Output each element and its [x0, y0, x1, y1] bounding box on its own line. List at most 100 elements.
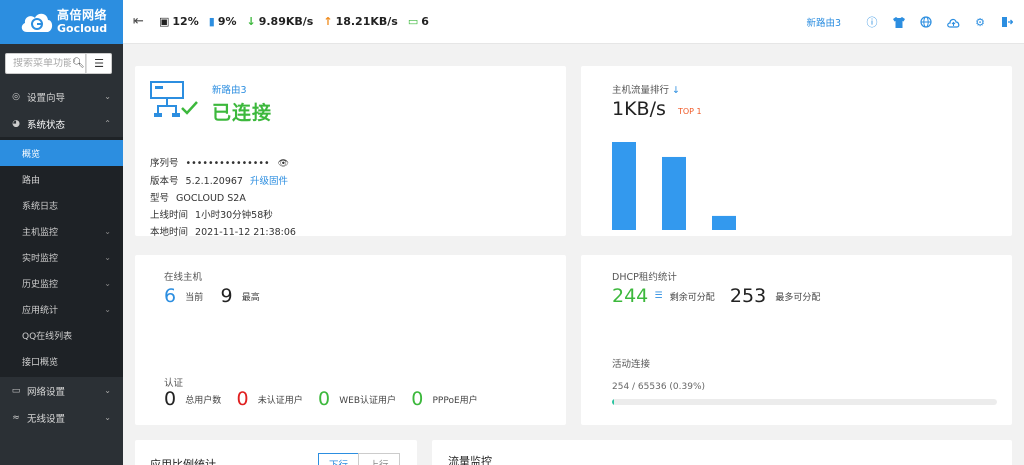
device-count-value: 6 — [421, 15, 429, 28]
nav-label: 历史监控 — [22, 279, 59, 290]
localtime-label: 本地时间 — [150, 227, 189, 238]
model-label: 型号 — [150, 193, 170, 204]
tshirt-icon[interactable] — [892, 15, 906, 29]
nav-qq-online[interactable]: QQ在线列表 — [0, 322, 123, 348]
dhcp-counts: 244 ☰ 剩余可分配 253 最多可分配 — [612, 285, 820, 307]
nav-setup-wizard[interactable]: ◎ 设置向导 ⌄ — [0, 83, 123, 110]
nav-interface-overview[interactable]: 接口概览 — [0, 348, 123, 374]
chevron-down-icon: ⌄ — [104, 278, 111, 288]
search-box: 🔍︎ — [5, 53, 86, 74]
dhcp-remaining: 244 — [612, 285, 649, 307]
uptime-value: 1小时30分钟58秒 — [195, 210, 273, 221]
nav-label: 概览 — [22, 149, 41, 160]
status-submenu: 概览 路由 系统日志 主机监控 ⌄ 实时监控 ⌄ 历史监控 ⌄ 应用统计 ⌄ QQ在线列… — [0, 137, 123, 377]
nav-label: 系统日志 — [22, 201, 59, 212]
gear-icon[interactable]: ⚙ — [973, 15, 987, 29]
nav-wireless-settings[interactable]: ≈ 无线设置 ⌄ — [0, 404, 123, 431]
app-ratio-card: 应用比例统计 下行 上行 — [135, 440, 417, 465]
nav-label: 无线设置 — [27, 413, 66, 425]
traffic-monitor-title: 流量监控 — [448, 455, 492, 465]
topbar: ⇤ ▣ 12% ▮ 9% ↓ 9.89KB/s ↑ 18.21KB/s ▭ 6 … — [123, 0, 1024, 44]
nav-host-monitor[interactable]: 主机监控 ⌄ — [0, 218, 123, 244]
pppoe-users-label: PPPoE用户 — [432, 395, 478, 406]
nav-label: 实时监控 — [22, 253, 59, 264]
nav-system-log[interactable]: 系统日志 — [0, 192, 123, 218]
online-hosts-card: 在线主机 6 当前 9 最高 认证 0 总用户数 0 未认证用户 0 WEB认证… — [135, 255, 566, 425]
brand-logo[interactable]: 高倍网络 Gocloud — [0, 0, 123, 44]
hosts-max: 9 — [220, 285, 233, 307]
upload-rate: ↑ 18.21KB/s — [323, 15, 398, 28]
list-icon[interactable]: ☰ — [654, 291, 662, 301]
app-ratio-title: 应用比例统计 — [150, 458, 216, 465]
unauth-users: 0 — [236, 388, 249, 410]
nav-label: 路由 — [22, 175, 41, 186]
nav-app-stats[interactable]: 应用统计 ⌄ — [0, 296, 123, 322]
hosts-counts: 6 当前 9 最高 — [164, 285, 260, 307]
memory-icon: ▮ — [208, 15, 215, 28]
arrow-up-icon: ↑ — [323, 15, 333, 28]
chevron-down-icon: ⌄ — [104, 413, 111, 422]
pppoe-users: 0 — [411, 388, 424, 410]
active-conn-value: 254 / 65536 (0.39%) — [612, 382, 706, 392]
dhcp-remaining-label: 剩余可分配 — [669, 292, 715, 303]
tab-uplink[interactable]: 上行 — [358, 453, 400, 465]
online-hosts-title: 在线主机 — [164, 272, 203, 283]
version-row: 版本号 5.2.1.20967 升级固件 — [150, 173, 296, 190]
model-row: 型号 GOCLOUD S2A — [150, 190, 296, 207]
router-name-link[interactable]: 新路由3 — [806, 15, 841, 29]
search-icon[interactable]: 🔍︎ — [72, 58, 85, 69]
web-users: 0 — [317, 388, 331, 410]
dashboard-icon: ◕ — [12, 118, 20, 129]
model-value: GOCLOUD S2A — [176, 193, 246, 204]
nav-network-settings[interactable]: ▭ 网络设置 ⌄ — [0, 377, 123, 404]
memory-usage: ▮ 9% — [209, 15, 237, 28]
sort-down-icon: ↓ — [672, 85, 680, 96]
cpu-value: 12% — [172, 15, 199, 28]
nav-route[interactable]: 路由 — [0, 166, 123, 192]
cpu-usage: ▣ 12% — [159, 15, 199, 28]
menu-list-icon[interactable]: ☰ — [86, 53, 112, 74]
globe-icon[interactable] — [919, 15, 933, 29]
unauth-users-label: 未认证用户 — [257, 395, 303, 406]
dhcp-title: DHCP租约统计 — [612, 272, 677, 283]
localtime-value: 2021-11-12 21:38:06 — [195, 227, 296, 238]
nav-label: QQ在线列表 — [22, 331, 73, 342]
nav-overview[interactable]: 概览 — [0, 140, 123, 166]
topbar-actions: 新路由3 ⓘ ⚙ — [806, 0, 1014, 44]
upload-value: 18.21KB/s — [335, 15, 398, 28]
hosts-max-label: 最高 — [241, 292, 260, 303]
serial-row: 序列号 ••••••••••••••• 👁︎ — [150, 155, 296, 173]
tab-downlink[interactable]: 下行 — [318, 453, 359, 465]
chevron-down-icon: ⌄ — [104, 226, 111, 236]
device-count: ▭ 6 — [408, 15, 429, 28]
collapse-sidebar-icon[interactable]: ⇤ — [133, 14, 149, 29]
nav-history-monitor[interactable]: 历史监控 ⌄ — [0, 270, 123, 296]
dhcp-card: DHCP租约统计 244 ☰ 剩余可分配 253 最多可分配 活动连接 254 … — [581, 255, 1012, 425]
eye-icon[interactable]: 👁︎ — [278, 159, 289, 169]
traffic-title-text: 主机流量排行 — [612, 85, 670, 96]
search-input[interactable] — [13, 58, 71, 69]
serial-label: 序列号 — [150, 158, 179, 169]
dhcp-max-label: 最多可分配 — [775, 292, 821, 303]
chevron-down-icon: ⌄ — [104, 252, 111, 262]
traffic-ranking-title[interactable]: 主机流量排行 ↓ — [612, 82, 680, 96]
cloud-upload-icon[interactable] — [946, 15, 960, 29]
monitor-icon: ▭ — [407, 15, 419, 28]
nav-label: 主机监控 — [22, 227, 59, 238]
system-info-card: 新路由3 已连接 序列号 ••••••••••••••• 👁︎ 版本号 5.2.… — [135, 66, 566, 238]
localtime-row: 本地时间 2021-11-12 21:38:06 — [150, 224, 296, 241]
dhcp-max: 253 — [729, 285, 767, 307]
arrow-down-icon: ↓ — [246, 15, 256, 28]
nav-label: 接口概览 — [22, 357, 59, 368]
traffic-bar-1 — [612, 142, 636, 230]
info-icon[interactable]: ⓘ — [865, 15, 879, 29]
traffic-top-value: 1KB/s — [612, 98, 666, 120]
upgrade-firmware-link[interactable]: 升级固件 — [250, 176, 288, 187]
nav-realtime-monitor[interactable]: 实时监控 ⌄ — [0, 244, 123, 270]
logout-icon[interactable] — [1000, 15, 1014, 29]
nav-system-status[interactable]: ◕ 系统状态 ⌃ — [0, 110, 123, 137]
brand-name-cn: 高倍网络 — [57, 8, 108, 22]
cpu-chip-icon: ▣ — [159, 15, 170, 28]
chevron-down-icon: ⌄ — [104, 92, 111, 101]
nav-label: 网络设置 — [27, 386, 66, 398]
